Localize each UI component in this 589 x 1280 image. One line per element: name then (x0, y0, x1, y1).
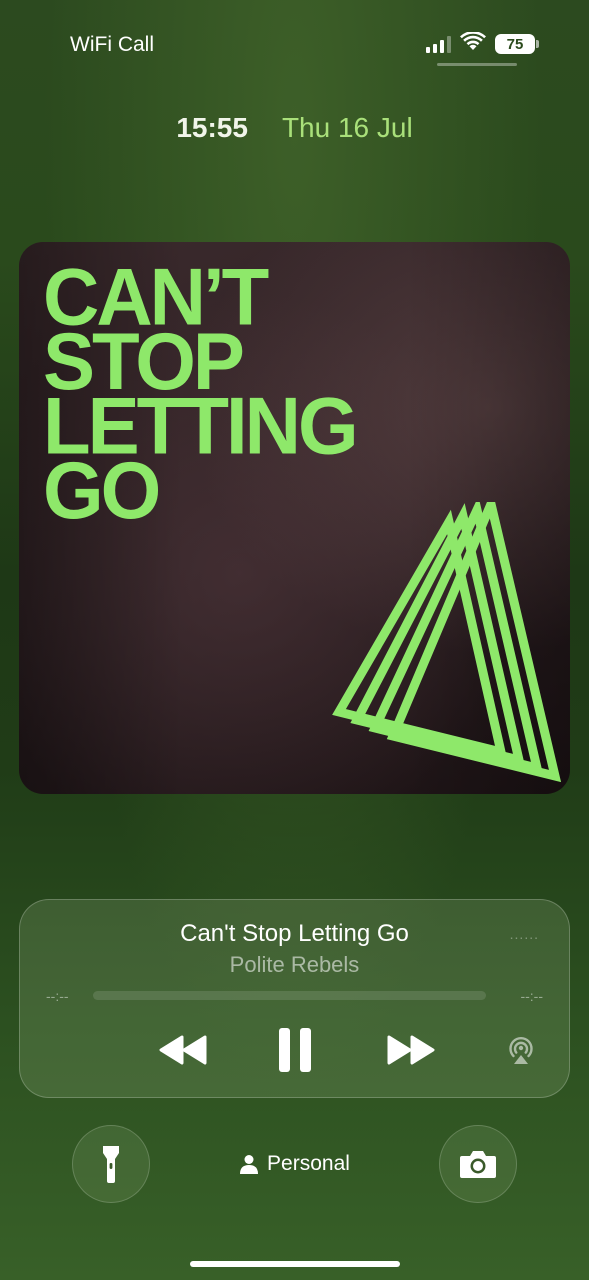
rewind-button[interactable] (154, 1030, 212, 1070)
carrier-label: WiFi Call (70, 33, 154, 56)
clock-date: Thu 16 Jul (281, 112, 413, 143)
more-options-icon[interactable]: ...... (510, 926, 539, 942)
fast-forward-icon (387, 1035, 435, 1065)
focus-mode-label: Personal (267, 1152, 350, 1175)
now-playing-widget: Can't Stop Letting Go Polite Rebels ....… (19, 899, 570, 1098)
time-elapsed: --:-- (46, 988, 69, 1004)
battery-icon: 75 (495, 34, 539, 54)
person-icon (240, 1155, 259, 1174)
status-icons: 75 (426, 31, 539, 56)
artwork-title: CAN’T STOP LETTING GO (43, 256, 359, 531)
wifi-icon (460, 31, 486, 56)
signal-icon (426, 35, 451, 53)
track-artist[interactable]: Polite Rebels (20, 952, 569, 978)
track-title[interactable]: Can't Stop Letting Go (20, 920, 569, 948)
progress-scrubber[interactable] (93, 991, 486, 1000)
airplay-button[interactable] (504, 1033, 538, 1067)
camera-button[interactable] (439, 1125, 517, 1203)
rewind-icon (159, 1035, 207, 1065)
camera-icon (460, 1151, 496, 1178)
fast-forward-button[interactable] (382, 1030, 440, 1070)
lock-clock: 15:55 Thu 16 Jul (0, 112, 589, 144)
clock-time: 15:55 (176, 112, 248, 143)
airplay-icon (509, 1037, 533, 1064)
triangle-logo-icon (332, 502, 562, 782)
status-bar: WiFi Call 75 (0, 0, 589, 80)
home-indicator[interactable] (190, 1261, 400, 1267)
status-indicator-bar (437, 63, 517, 66)
pause-icon (279, 1028, 311, 1072)
time-remaining: --:-- (520, 988, 543, 1004)
album-artwork[interactable]: CAN’T STOP LETTING GO (19, 242, 570, 794)
pause-button[interactable] (274, 1026, 316, 1074)
